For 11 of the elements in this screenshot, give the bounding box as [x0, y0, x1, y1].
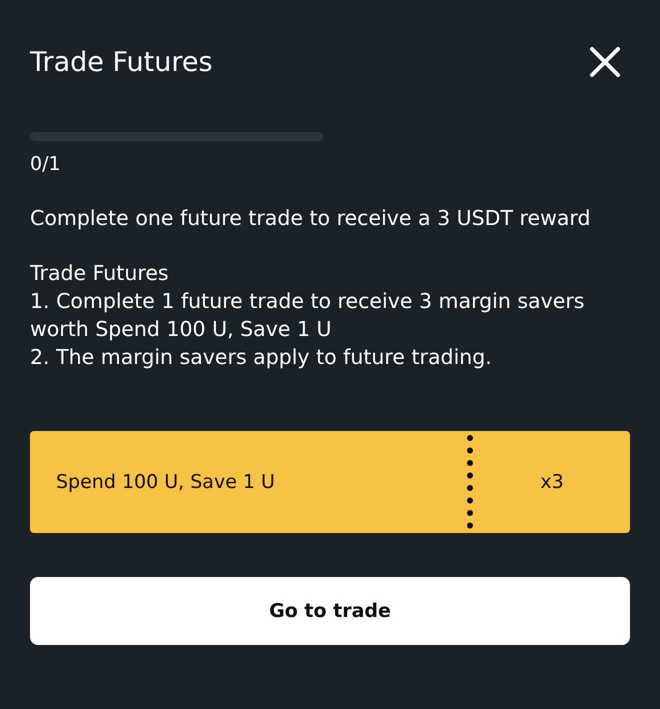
rule-text: 1. Complete 1 future trade to receive 3 margin savers worth Spend 100 U, Save 1 U — [30, 288, 586, 343]
progress-count: 0/1 — [30, 153, 62, 175]
rules-heading: Trade Futures — [30, 260, 170, 287]
go-to-trade-button[interactable]: Go to trade — [30, 577, 630, 645]
rule-text: 2. The margin savers apply to future trading. — [30, 344, 493, 371]
close-button[interactable] — [588, 45, 622, 79]
task-description: Complete one future trade to receive a 3 USDT reward — [30, 205, 592, 232]
coupon-count: x3 — [539, 471, 565, 493]
close-icon — [588, 45, 622, 79]
sheet-title: Trade Futures — [30, 46, 213, 78]
coupon-label: Spend 100 U, Save 1 U — [55, 471, 276, 493]
